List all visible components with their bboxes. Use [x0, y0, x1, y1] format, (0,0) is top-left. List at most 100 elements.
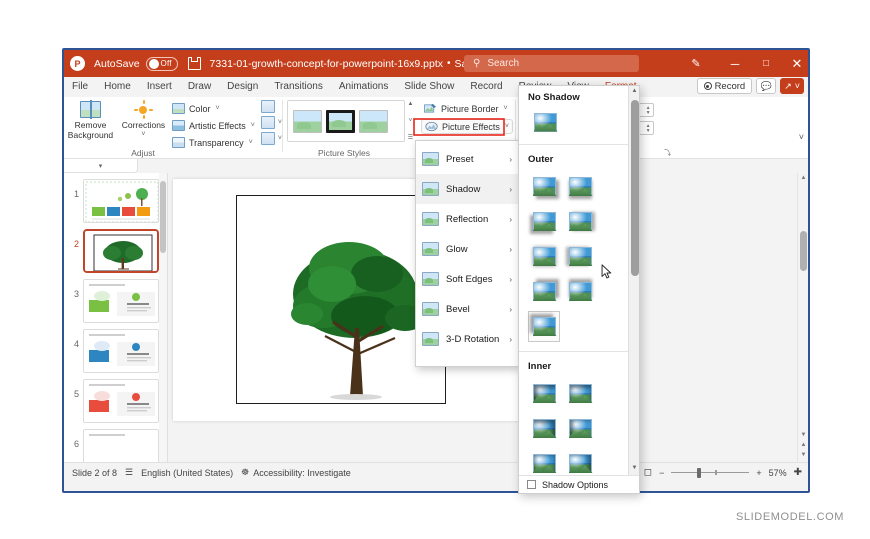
picture-style-thumb-2[interactable] — [326, 110, 355, 133]
shadow-gallery-scroll-down-icon[interactable]: ▼ — [629, 465, 640, 471]
list-item[interactable]: 1 — [64, 173, 167, 223]
tab-insert[interactable]: Insert — [139, 77, 180, 97]
normal-view-icon[interactable]: ◻ — [644, 467, 652, 478]
document-title[interactable]: 7331-01-growth-concept-for-powerpoint-16… — [210, 58, 443, 70]
pen-icon[interactable]: ✎ — [684, 54, 708, 73]
shadow-options-row[interactable]: Shadow Options — [519, 475, 639, 493]
tab-slide-show[interactable]: Slide Show — [396, 77, 462, 97]
tab-file[interactable]: File — [64, 77, 96, 97]
zoom-slider[interactable] — [671, 468, 749, 478]
maximize-button[interactable]: □ — [754, 54, 778, 73]
shadow-option-no-shadow[interactable] — [531, 109, 559, 135]
color-button[interactable]: Color ˅ — [170, 101, 257, 116]
shadow-gallery-scroll-up-icon[interactable]: ▲ — [629, 88, 640, 94]
shadow-option-outer-1[interactable] — [528, 171, 560, 202]
shadow-option-outer-6[interactable] — [564, 241, 596, 272]
slide-thumbnail-4[interactable] — [83, 329, 159, 373]
shadow-gallery-scrollbar[interactable]: ▲ ▼ — [628, 86, 639, 493]
picture-style-thumb-1[interactable] — [293, 110, 322, 133]
shadow-option-outer-9[interactable] — [528, 311, 560, 342]
tab-draw[interactable]: Draw — [180, 77, 219, 97]
picture-styles-scroll-more-icon[interactable]: ˅ — [409, 118, 413, 124]
slide-thumbnail-2[interactable] — [83, 229, 159, 273]
shadow-option-inner-4[interactable] — [564, 413, 596, 444]
accessibility-indicator[interactable]: ☸ Accessibility: Investigate — [241, 467, 351, 478]
zoom-slider-handle[interactable] — [697, 468, 701, 478]
shadow-option-outer-2[interactable] — [564, 171, 596, 202]
next-slide-icon[interactable]: ▼ — [798, 452, 808, 458]
compress-pictures-button[interactable] — [261, 99, 282, 113]
shadow-gallery-flyout[interactable]: No Shadow Outer Inner — [518, 85, 640, 494]
zoom-out-button[interactable]: − — [659, 468, 664, 478]
search-input[interactable]: ⚲ Search — [464, 55, 639, 72]
quick-access-notch[interactable]: ▾ — [64, 159, 138, 173]
menu-item-reflection[interactable]: Reflection › — [416, 204, 518, 234]
slide-thumbnail-6[interactable] — [83, 429, 159, 462]
change-picture-button[interactable]: ˅ — [261, 115, 282, 129]
shadow-option-outer-7[interactable] — [528, 276, 560, 307]
menu-item-bevel[interactable]: Bevel › — [416, 294, 518, 324]
shadow-option-inner-3[interactable] — [528, 413, 560, 444]
size-dialog-launcher[interactable]: ⤵ — [664, 148, 671, 158]
thumbnail-scrollbar-thumb[interactable] — [160, 181, 166, 253]
tab-design[interactable]: Design — [219, 77, 266, 97]
canvas-scroll-down-icon[interactable]: ▼ — [798, 432, 808, 438]
fit-to-window-icon[interactable]: ✚ — [794, 467, 802, 478]
canvas-vertical-scrollbar[interactable]: ▲ ▼ ▲ ▼ — [797, 173, 808, 462]
shape-height-stepper[interactable]: ▲▼ — [644, 104, 652, 118]
menu-item-preset[interactable]: Preset › — [416, 144, 518, 174]
share-button[interactable]: ↗ ˅ — [780, 78, 804, 94]
tab-animations[interactable]: Animations — [331, 77, 396, 97]
close-button[interactable]: ✕ — [785, 54, 809, 73]
picture-border-button[interactable]: Picture Border ˅ — [421, 101, 513, 116]
slide-thumbnail-pane[interactable]: 1 — [64, 173, 168, 462]
menu-item-shadow[interactable]: Shadow › — [416, 174, 518, 204]
reset-picture-button[interactable]: ˅ — [261, 131, 282, 145]
language-indicator[interactable]: English (United States) — [141, 468, 233, 478]
shadow-option-inner-2[interactable] — [564, 378, 596, 409]
shape-width-stepper[interactable]: ▲▼ — [644, 122, 652, 136]
zoom-in-button[interactable]: + — [756, 468, 761, 478]
artistic-effects-button[interactable]: Artistic Effects ˅ — [170, 118, 257, 133]
remove-background-button[interactable]: Remove Background — [64, 97, 117, 141]
picture-styles-scroll-down-icon[interactable]: ☰ — [408, 135, 413, 141]
menu-item-soft-edges[interactable]: Soft Edges › — [416, 264, 518, 294]
shadow-option-outer-4[interactable] — [564, 206, 596, 237]
autosave-toggle[interactable]: Off — [146, 57, 178, 71]
ribbon-collapse-button[interactable]: ˅ — [799, 132, 804, 142]
slide-thumbnail-3[interactable] — [83, 279, 159, 323]
minimize-button[interactable]: ─ — [723, 54, 747, 73]
picture-effects-button[interactable]: Picture Effects ˅ — [421, 119, 513, 134]
menu-item-glow[interactable]: Glow › — [416, 234, 518, 264]
slide-counter[interactable]: Slide 2 of 8 — [72, 468, 117, 478]
tab-record[interactable]: Record — [462, 77, 510, 97]
list-item[interactable]: 6 — [64, 423, 167, 462]
record-button[interactable]: Record — [697, 78, 753, 94]
slide-thumbnail-5[interactable] — [83, 379, 159, 423]
tab-home[interactable]: Home — [96, 77, 139, 97]
comment-icon[interactable]: 💬 — [756, 78, 776, 94]
list-item[interactable]: 4 — [64, 323, 167, 373]
canvas-scroll-up-icon[interactable]: ▲ — [798, 175, 808, 181]
list-item[interactable]: 5 — [64, 373, 167, 423]
tab-transitions[interactable]: Transitions — [266, 77, 331, 97]
list-item[interactable]: 3 — [64, 273, 167, 323]
shadow-gallery-scrollbar-thumb[interactable] — [631, 100, 639, 276]
previous-slide-icon[interactable]: ▲ — [798, 442, 808, 448]
picture-styles-scroll-up-icon[interactable]: ▲ — [408, 101, 414, 107]
save-icon[interactable] — [188, 57, 201, 70]
shadow-option-outer-5[interactable] — [528, 241, 560, 272]
shadow-option-outer-8[interactable] — [564, 276, 596, 307]
picture-styles-gallery[interactable] — [287, 100, 405, 142]
thumbnail-pane-scrollbar[interactable] — [159, 173, 167, 462]
zoom-level-label[interactable]: 57% — [769, 468, 787, 478]
picture-effects-menu[interactable]: Preset › Shadow › Reflection › Glow › So… — [415, 140, 519, 367]
canvas-scrollbar-thumb[interactable] — [800, 231, 807, 271]
list-item[interactable]: 2 — [64, 223, 167, 273]
shadow-option-inner-1[interactable] — [528, 378, 560, 409]
shadow-option-outer-3[interactable] — [528, 206, 560, 237]
picture-style-thumb-3[interactable] — [359, 110, 388, 133]
corrections-button[interactable]: Corrections ˅ — [117, 97, 170, 139]
picture-styles-scroll[interactable]: ▲ ˅ ☰ — [405, 100, 416, 142]
menu-item-3d-rotation[interactable]: 3-D Rotation › — [416, 324, 518, 354]
